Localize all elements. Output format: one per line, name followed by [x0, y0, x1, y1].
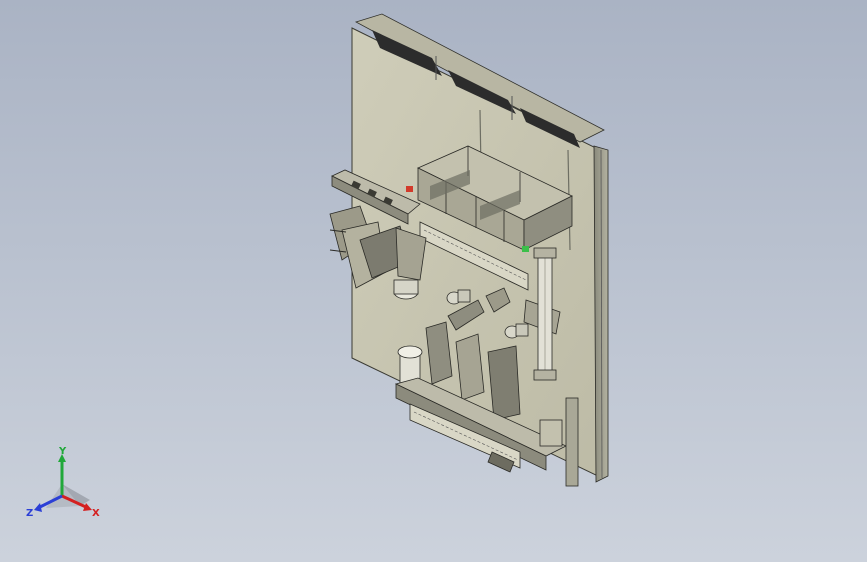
- z-axis-label: Z: [26, 508, 33, 519]
- 3d-model-view[interactable]: [0, 0, 867, 562]
- green-marker-icon: [522, 246, 529, 252]
- x-axis-label: X: [92, 508, 100, 519]
- y-axis-label: Y: [58, 446, 67, 457]
- red-marker-icon: [406, 186, 413, 192]
- reference-triad[interactable]: Y X Z: [22, 446, 112, 526]
- graphics-viewport[interactable]: Y X Z: [0, 0, 867, 562]
